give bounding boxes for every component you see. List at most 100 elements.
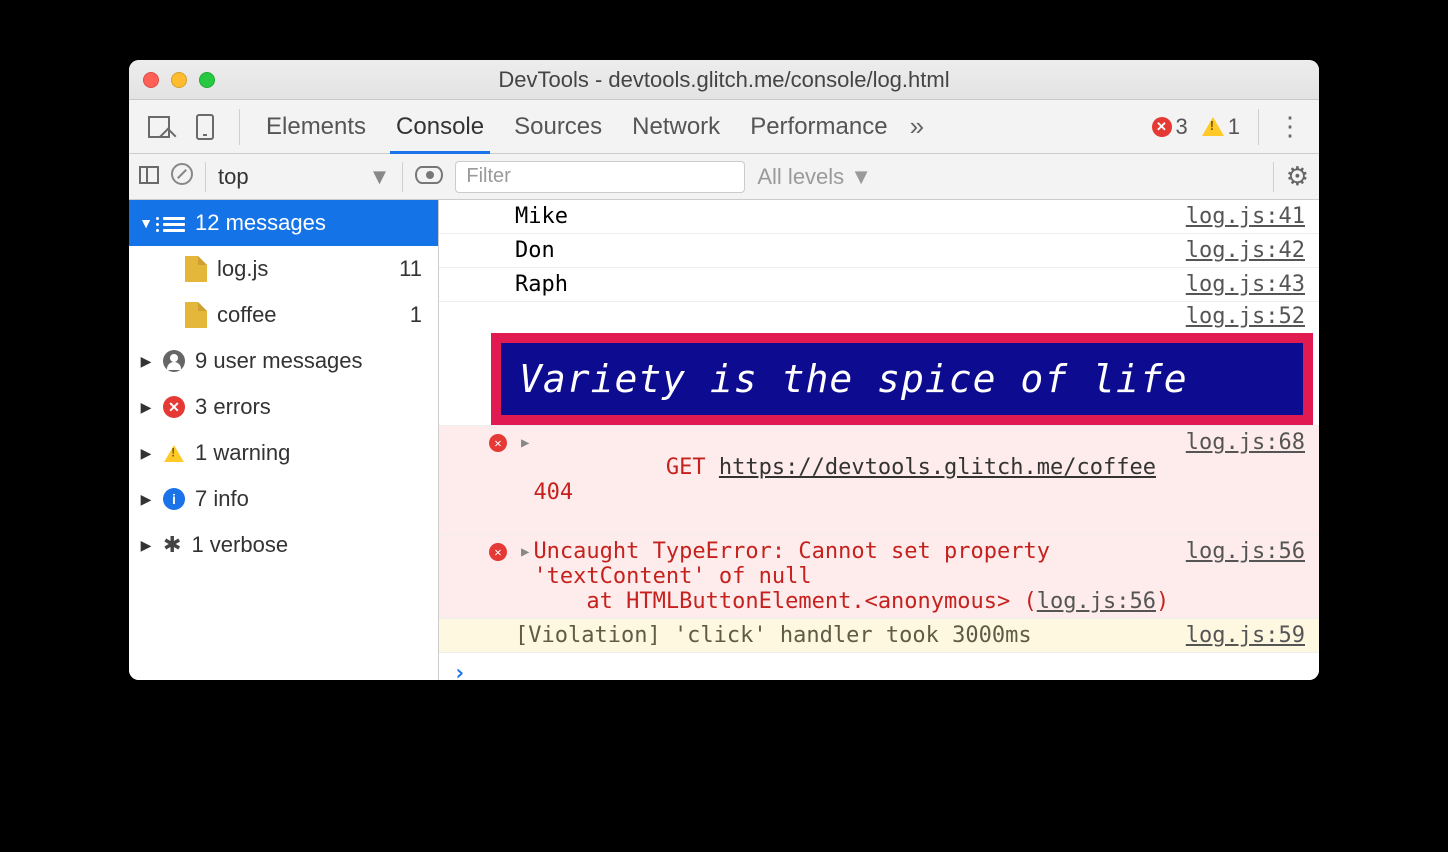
sidebar-item-messages[interactable]: ▼ 12 messages bbox=[129, 200, 438, 246]
sidebar-item-label: 1 warning bbox=[195, 440, 290, 466]
chevron-right-icon[interactable]: ▶ bbox=[521, 430, 529, 451]
error-count-value: 3 bbox=[1176, 114, 1188, 140]
devtools-window: DevTools - devtools.glitch.me/console/lo… bbox=[129, 60, 1319, 680]
warning-message: [Violation] 'click' handler took 3000ms bbox=[515, 623, 1174, 648]
settings-icon[interactable]: ⚙ bbox=[1286, 161, 1309, 192]
error-message: GET https://devtools.glitch.me/coffee 40… bbox=[533, 430, 1173, 530]
warning-icon bbox=[164, 444, 184, 461]
bug-icon bbox=[163, 532, 181, 558]
tab-performance[interactable]: Performance bbox=[742, 100, 895, 153]
tab-elements[interactable]: Elements bbox=[258, 100, 374, 153]
sidebar-item-count: 11 bbox=[399, 256, 428, 282]
source-link[interactable]: log.js:41 bbox=[1174, 204, 1305, 229]
tab-sources[interactable]: Sources bbox=[506, 100, 610, 153]
sidebar-item-errors[interactable]: ▶ ✕ 3 errors bbox=[129, 384, 438, 430]
file-icon bbox=[185, 256, 207, 282]
sidebar-item-label: 12 messages bbox=[195, 210, 326, 236]
chevron-down-icon: ▼ bbox=[139, 215, 153, 231]
chevron-right-icon: ▶ bbox=[139, 353, 153, 370]
chevron-right-icon: ▶ bbox=[139, 445, 153, 462]
log-message: Raph bbox=[515, 272, 1174, 297]
more-menu-icon[interactable]: ⋮ bbox=[1277, 111, 1305, 142]
clear-console-icon[interactable] bbox=[171, 163, 193, 191]
window-controls bbox=[143, 72, 215, 88]
source-link[interactable]: log.js:42 bbox=[1174, 238, 1305, 263]
chevron-right-icon[interactable]: ▶ bbox=[521, 539, 529, 560]
warning-count[interactable]: 1 bbox=[1202, 114, 1240, 140]
sidebar-item-label: coffee bbox=[217, 302, 277, 328]
sidebar-item-file-coffee[interactable]: coffee 1 bbox=[129, 292, 438, 338]
list-icon bbox=[163, 214, 185, 232]
close-icon[interactable] bbox=[143, 72, 159, 88]
log-message: Mike bbox=[515, 204, 1174, 229]
chevron-right-icon: ▶ bbox=[139, 537, 153, 554]
toggle-sidebar-icon[interactable] bbox=[139, 164, 159, 190]
device-toggle-icon[interactable] bbox=[189, 111, 221, 143]
window-title: DevTools - devtools.glitch.me/console/lo… bbox=[129, 67, 1319, 93]
chevron-right-icon: ▶ bbox=[139, 399, 153, 416]
titlebar: DevTools - devtools.glitch.me/console/lo… bbox=[129, 60, 1319, 100]
console-output: Mike log.js:41 Don log.js:42 Raph log.js… bbox=[439, 200, 1319, 680]
sidebar-item-label: 7 info bbox=[195, 486, 249, 512]
log-row[interactable]: Don log.js:42 bbox=[439, 234, 1319, 268]
styled-log-message: Variety is the spice of life bbox=[491, 333, 1313, 425]
fullscreen-icon[interactable] bbox=[199, 72, 215, 88]
console-toolbar: top ▼ All levels ▼ ⚙ bbox=[129, 154, 1319, 200]
divider bbox=[402, 162, 403, 192]
log-levels-selector[interactable]: All levels ▼ bbox=[757, 164, 872, 190]
divider bbox=[205, 162, 206, 192]
main-tabs: Elements Console Sources Network Perform… bbox=[129, 100, 1319, 154]
source-link[interactable]: log.js:56 bbox=[1174, 539, 1305, 564]
chevron-down-icon: ▼ bbox=[369, 164, 391, 190]
error-message: Uncaught TypeError: Cannot set property … bbox=[533, 539, 1173, 614]
log-row[interactable]: log.js:52 bbox=[439, 302, 1319, 333]
source-link[interactable]: log.js:43 bbox=[1174, 272, 1305, 297]
file-icon bbox=[185, 302, 207, 328]
console-sidebar: ▼ 12 messages log.js 11 coffee 1 ▶ 9 use… bbox=[129, 200, 439, 680]
log-message: Don bbox=[515, 238, 1174, 263]
minimize-icon[interactable] bbox=[171, 72, 187, 88]
error-icon: ✕ bbox=[163, 396, 185, 418]
filter-input[interactable] bbox=[455, 161, 745, 193]
tab-network[interactable]: Network bbox=[624, 100, 728, 153]
source-link[interactable]: log.js:52 bbox=[1186, 304, 1305, 329]
console-prompt[interactable]: › bbox=[439, 653, 1319, 680]
sidebar-item-label: log.js bbox=[217, 256, 268, 282]
divider bbox=[1258, 109, 1259, 145]
error-row[interactable]: ✕ ▶ Uncaught TypeError: Cannot set prope… bbox=[439, 535, 1319, 619]
source-link[interactable]: log.js:68 bbox=[1174, 430, 1305, 455]
styled-log-row[interactable]: Variety is the spice of life bbox=[439, 333, 1319, 426]
log-row[interactable]: Mike log.js:41 bbox=[439, 200, 1319, 234]
chevron-down-icon: ▼ bbox=[850, 164, 872, 190]
chevron-right-icon: ▶ bbox=[139, 491, 153, 508]
context-label: top bbox=[218, 164, 249, 190]
warning-icon bbox=[1202, 117, 1224, 136]
warning-count-value: 1 bbox=[1228, 114, 1240, 140]
tabs-overflow[interactable]: » bbox=[910, 111, 924, 142]
user-icon bbox=[163, 350, 185, 372]
sidebar-item-verbose[interactable]: ▶ 1 verbose bbox=[129, 522, 438, 568]
sidebar-item-info[interactable]: ▶ i 7 info bbox=[129, 476, 438, 522]
prompt-icon: › bbox=[453, 661, 466, 680]
log-row[interactable]: Raph log.js:43 bbox=[439, 268, 1319, 302]
live-expression-icon[interactable] bbox=[415, 164, 443, 190]
tab-console[interactable]: Console bbox=[388, 100, 492, 153]
sidebar-item-label: 3 errors bbox=[195, 394, 271, 420]
error-count[interactable]: ✕ 3 bbox=[1152, 114, 1188, 140]
sidebar-item-label: 9 user messages bbox=[195, 348, 363, 374]
error-row[interactable]: ✕ ▶ GET https://devtools.glitch.me/coffe… bbox=[439, 426, 1319, 535]
inspect-icon[interactable] bbox=[143, 111, 175, 143]
context-selector[interactable]: top ▼ bbox=[218, 164, 390, 190]
error-icon: ✕ bbox=[489, 434, 507, 452]
error-icon: ✕ bbox=[489, 543, 507, 561]
levels-label: All levels bbox=[757, 164, 844, 190]
divider bbox=[1273, 162, 1274, 192]
sidebar-item-label: 1 verbose bbox=[191, 532, 288, 558]
sidebar-item-file-logjs[interactable]: log.js 11 bbox=[129, 246, 438, 292]
sidebar-item-count: 1 bbox=[410, 302, 428, 328]
source-link[interactable]: log.js:59 bbox=[1174, 623, 1305, 648]
divider bbox=[239, 109, 240, 145]
sidebar-item-warnings[interactable]: ▶ 1 warning bbox=[129, 430, 438, 476]
warning-row[interactable]: [Violation] 'click' handler took 3000ms … bbox=[439, 619, 1319, 653]
sidebar-item-user-messages[interactable]: ▶ 9 user messages bbox=[129, 338, 438, 384]
